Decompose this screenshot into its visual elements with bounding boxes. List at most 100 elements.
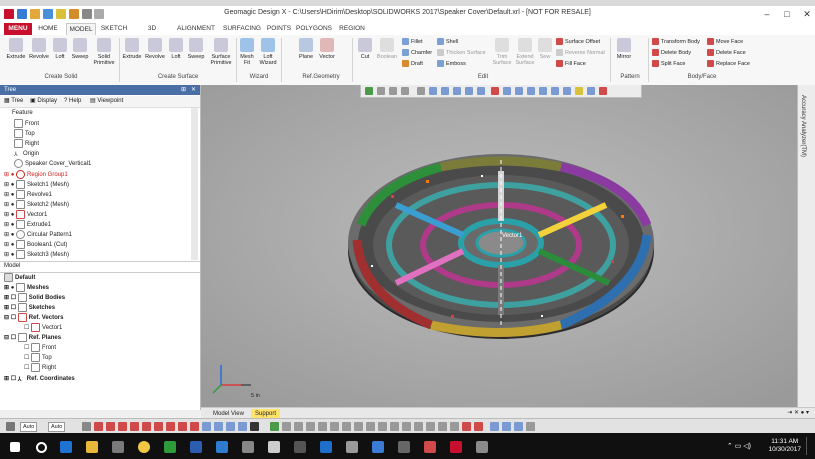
view-tool-icon[interactable] bbox=[250, 422, 259, 431]
display-tool-icon[interactable] bbox=[354, 422, 363, 431]
transform-body-button[interactable]: Transform Body bbox=[652, 38, 700, 47]
surface-primitive-button[interactable]: Surface Primitive bbox=[208, 38, 234, 66]
display-tool-icon[interactable] bbox=[306, 422, 315, 431]
tree-item-revolve1[interactable]: ⊞ ● Revolve1 bbox=[4, 190, 52, 200]
region-tool-icon[interactable] bbox=[118, 422, 127, 431]
model-item-meshes[interactable]: ⊞ ● Meshes bbox=[4, 283, 49, 293]
loft-solid-button[interactable]: Loft bbox=[52, 38, 68, 60]
model-item-default[interactable]: Default bbox=[4, 273, 35, 283]
snap-icon[interactable] bbox=[490, 422, 499, 431]
excel-icon[interactable] bbox=[164, 441, 176, 453]
tab-surfacing[interactable]: SURFACING bbox=[222, 23, 262, 35]
tree-item-right[interactable]: Right bbox=[14, 139, 39, 149]
line-tool-icon[interactable] bbox=[491, 87, 499, 95]
display-tool-icon[interactable] bbox=[438, 422, 447, 431]
3d-viewport[interactable]: Vector1 5 in bbox=[201, 85, 797, 407]
view-cube-icon[interactable] bbox=[417, 87, 425, 95]
display-tool-icon[interactable] bbox=[342, 422, 351, 431]
lasso-select-icon[interactable] bbox=[539, 87, 547, 95]
display-tool-icon[interactable] bbox=[390, 422, 399, 431]
select-icon[interactable] bbox=[82, 422, 91, 431]
measure-icon[interactable] bbox=[462, 422, 471, 431]
app-icon[interactable] bbox=[294, 441, 306, 453]
view-top-icon[interactable] bbox=[441, 87, 449, 95]
display-tool-icon[interactable] bbox=[378, 422, 387, 431]
view-fit-icon[interactable] bbox=[377, 87, 385, 95]
brush-select-icon[interactable] bbox=[563, 87, 571, 95]
display-tool-icon[interactable] bbox=[282, 422, 291, 431]
view-tool-icon[interactable] bbox=[202, 422, 211, 431]
view-tool-icon[interactable] bbox=[226, 422, 235, 431]
tree-item-front[interactable]: Front bbox=[14, 119, 39, 129]
app-icon[interactable] bbox=[242, 441, 254, 453]
view-select-icon[interactable] bbox=[389, 87, 397, 95]
revolve-solid-button[interactable]: Revolve bbox=[28, 38, 50, 60]
polygon-select-icon[interactable] bbox=[527, 87, 535, 95]
tab-home[interactable]: HOME bbox=[36, 23, 60, 35]
view-right-icon[interactable] bbox=[453, 87, 461, 95]
delete-face-button[interactable]: Delete Face bbox=[707, 49, 746, 58]
tab-alignment[interactable]: ALIGNMENT bbox=[176, 23, 216, 35]
vector-button[interactable]: Vector bbox=[317, 38, 337, 60]
mirror-button[interactable]: Mirror bbox=[614, 38, 634, 60]
region-tool-icon[interactable] bbox=[142, 422, 151, 431]
tab-display[interactable]: ▣ Display bbox=[30, 96, 57, 107]
magnify-icon[interactable] bbox=[587, 87, 595, 95]
selection-mode-field[interactable]: Auto bbox=[20, 422, 38, 432]
tree-item-circular-pattern1[interactable]: ⊞ ● Circular Pattern1 bbox=[4, 230, 72, 240]
tree-item-sketch2[interactable]: ⊞ ● Sketch2 (Mesh) bbox=[4, 200, 69, 210]
solid-primitive-button[interactable]: Solid Primitive bbox=[92, 38, 116, 66]
options-icon[interactable] bbox=[599, 87, 607, 95]
panel-controls-icon[interactable]: ⇥ ✕ ● ▾ bbox=[787, 409, 809, 416]
display-tool-icon[interactable] bbox=[270, 422, 279, 431]
display-tool-icon[interactable] bbox=[426, 422, 435, 431]
tree-item-vector1[interactable]: ⊞ ● Vector1 bbox=[4, 210, 47, 220]
edge-browser-icon[interactable] bbox=[60, 441, 72, 453]
clock[interactable]: 11:31 AM 10/30/2017 bbox=[768, 438, 801, 454]
view-section-icon[interactable] bbox=[477, 87, 485, 95]
tree-item-sketch3[interactable]: ⊞ ● Sketch3 (Mesh) bbox=[4, 250, 69, 260]
move-face-button[interactable]: Move Face bbox=[707, 38, 743, 47]
tab-3d-sketch[interactable]: 3D SKETCH bbox=[134, 23, 170, 44]
model-item-right[interactable]: ☐ Right bbox=[24, 363, 56, 373]
region-tool-icon[interactable] bbox=[106, 422, 115, 431]
loft-surface-button[interactable]: Loft bbox=[168, 38, 184, 60]
filter-icon[interactable] bbox=[575, 87, 583, 95]
region-tool-icon[interactable] bbox=[190, 422, 199, 431]
tree-item-sketch1[interactable]: ⊞ ● Sketch1 (Mesh) bbox=[4, 180, 69, 190]
region-tool-icon[interactable] bbox=[154, 422, 163, 431]
tree-item-extrude1[interactable]: ⊞ ● Extrude1 bbox=[4, 220, 51, 230]
chamfer-button[interactable]: Chamfer bbox=[402, 49, 432, 58]
tab-points[interactable]: POINTS bbox=[266, 23, 292, 35]
store-icon[interactable] bbox=[112, 441, 124, 453]
tree-item-region-group[interactable]: ⊞ ● Region Group1 bbox=[4, 170, 68, 180]
display-tool-icon[interactable] bbox=[366, 422, 375, 431]
app-icon[interactable] bbox=[372, 441, 384, 453]
settings-icon[interactable] bbox=[6, 422, 15, 431]
app-icon[interactable] bbox=[346, 441, 358, 453]
view-iso-icon[interactable] bbox=[465, 87, 473, 95]
tab-menu[interactable]: MENU bbox=[4, 23, 32, 35]
model-item-solid-bodies[interactable]: ⊞ ☐ Solid Bodies bbox=[4, 293, 65, 303]
revolve-surface-button[interactable]: Revolve bbox=[144, 38, 166, 60]
tab-help[interactable]: ? Help bbox=[64, 96, 81, 107]
feature-scrollbar[interactable] bbox=[191, 108, 198, 260]
paint-select-icon[interactable] bbox=[551, 87, 559, 95]
pin-icon[interactable]: ⊞ bbox=[181, 85, 186, 95]
mesh-fit-button[interactable]: Mesh Fit bbox=[239, 38, 255, 66]
extrude-surface-button[interactable]: Extrude bbox=[122, 38, 142, 60]
extrude-solid-button[interactable]: Extrude bbox=[6, 38, 26, 60]
search-icon[interactable] bbox=[36, 442, 47, 453]
system-tray-icons[interactable]: ⌃ ▭ ◁) bbox=[727, 442, 751, 450]
chrome-icon[interactable] bbox=[138, 441, 150, 453]
view-tool-icon[interactable] bbox=[214, 422, 223, 431]
region-tool-icon[interactable] bbox=[130, 422, 139, 431]
thicken-surface-button[interactable]: Thicken Surface bbox=[437, 49, 486, 58]
view-render-icon[interactable] bbox=[401, 87, 409, 95]
model-item-vector1[interactable]: ☐ Vector1 bbox=[24, 323, 62, 333]
region-tool-icon[interactable] bbox=[178, 422, 187, 431]
fillet-button[interactable]: Fillet bbox=[402, 38, 423, 47]
replace-face-button[interactable]: Replace Face bbox=[707, 60, 750, 69]
model-item-ref-planes[interactable]: ⊟ ☐ Ref. Planes bbox=[4, 333, 61, 343]
tree-item-speaker-cover[interactable]: Speaker Cover_Vertical1 bbox=[14, 159, 91, 169]
